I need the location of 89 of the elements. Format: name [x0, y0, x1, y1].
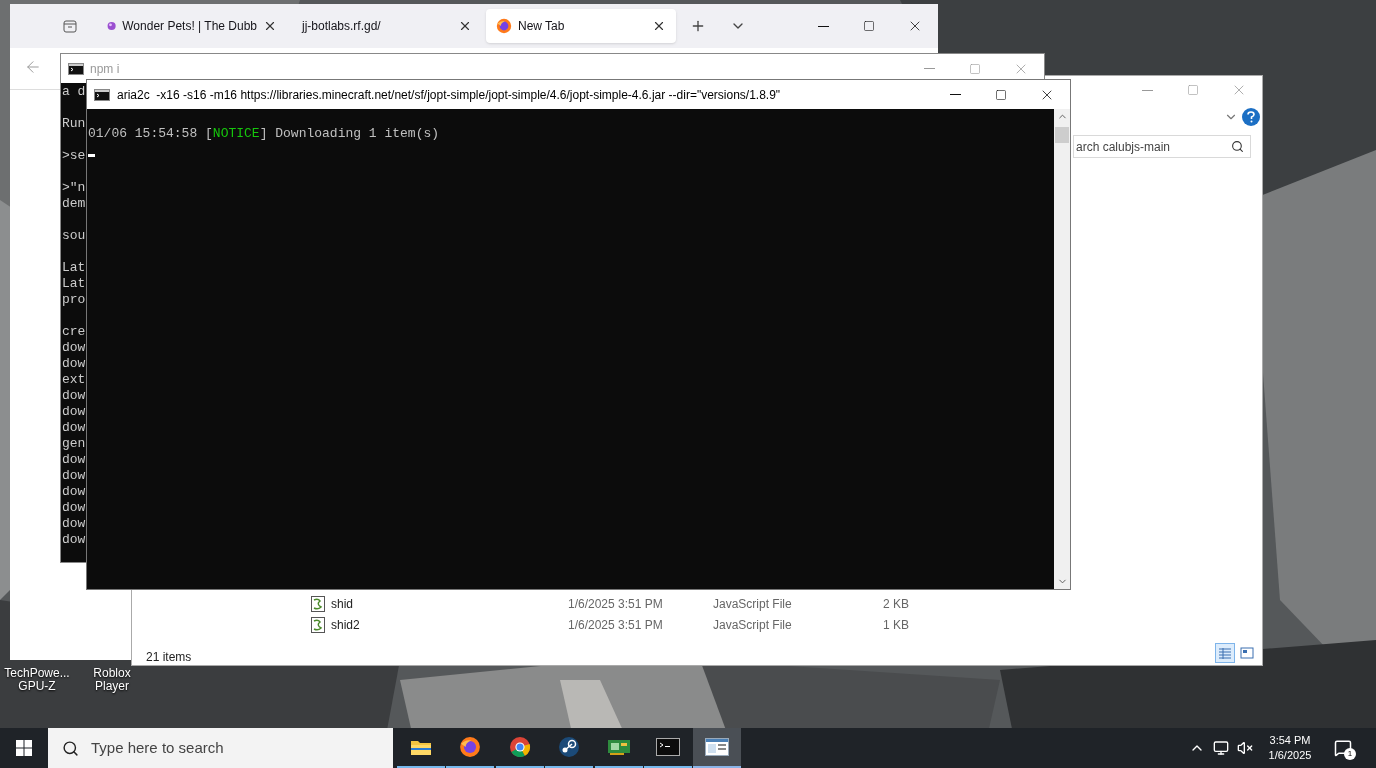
file-date: 1/6/2025 3:51 PM: [568, 596, 664, 613]
console-icon: [68, 62, 84, 75]
file-size: 1 KB: [882, 617, 909, 634]
maximize-icon: [863, 20, 875, 32]
volume-muted-icon[interactable]: [1237, 740, 1253, 756]
maximize-icon: [969, 62, 981, 75]
details-list-icon: [1218, 647, 1232, 659]
tab-title: New Tab: [518, 18, 566, 35]
desktop-icon-label[interactable]: TechPowe...: [4, 667, 70, 680]
new-tab-icon[interactable]: [690, 18, 706, 34]
console-line: 01/06 15:54:58 [NOTICE] Downloading 1 item(s): [88, 126, 440, 142]
scrollbar-thumb[interactable]: [1055, 127, 1069, 143]
close-tab-icon[interactable]: [263, 19, 277, 33]
notification-button[interactable]: 1: [1330, 736, 1356, 760]
taskbar-search-field[interactable]: Type here to search: [48, 728, 393, 768]
network-icon[interactable]: [1213, 740, 1229, 756]
console-line: Run: [62, 116, 86, 132]
console-line: ext: [62, 372, 86, 388]
console-icon: [656, 738, 680, 756]
console-line: sou: [62, 228, 86, 244]
large-icons-icon: [1240, 647, 1254, 659]
console-line: dow: [62, 452, 86, 468]
start-icon[interactable]: [16, 740, 32, 756]
scrollbar[interactable]: [1054, 109, 1070, 589]
console-line: >"n: [62, 180, 86, 196]
console-line: cre: [62, 324, 86, 340]
console-line: dow: [62, 532, 86, 548]
desktop-icon-label[interactable]: Player: [95, 680, 129, 693]
minimize-icon: [923, 68, 935, 69]
chrome-icon: [509, 736, 531, 758]
file-type: JavaScript File: [713, 617, 793, 634]
file-name[interactable]: shid: [331, 595, 568, 613]
firefox-icon: [496, 18, 512, 34]
console-line: dow: [62, 388, 86, 404]
console-line: dow: [62, 516, 86, 532]
notification-icon: [1334, 739, 1352, 757]
console-line: a d: [62, 84, 86, 100]
file-type: JavaScript File: [713, 596, 793, 613]
console-line: dem: [62, 196, 86, 212]
console-line: dow: [62, 340, 86, 356]
console-line: dow: [62, 500, 86, 516]
search-field[interactable]: arch calubjs-main: [1073, 135, 1251, 158]
help-icon[interactable]: [1242, 108, 1260, 126]
console-line: dow: [62, 420, 86, 436]
firefox-icon: [459, 736, 481, 758]
file-size: 2 KB: [882, 596, 909, 613]
folder-icon: [410, 738, 432, 756]
tab-list-icon[interactable]: [62, 18, 78, 34]
console-line: dow: [62, 484, 86, 500]
minimize-icon: [1141, 89, 1153, 91]
window-title: aria2c -x16 -s16 -m16 https://libraries.minecraft.net/net/sf/jopt-simple/jopt-simple/4.6/jopt-simple-4.6.jar --dir="versions/1.8.9": [117, 86, 782, 104]
window-app-icon: [705, 738, 729, 756]
tab-title: Wonder Pets! | The Dubb: [122, 18, 257, 35]
search-icon: [1231, 140, 1244, 153]
file-date: 1/6/2025 3:51 PM: [568, 617, 664, 634]
browser-tab[interactable]: Wonder Pets! | The Dubb: [97, 9, 287, 43]
browser-tab[interactable]: New Tab: [486, 9, 676, 43]
console-line: Lat: [62, 276, 86, 292]
console-icon: [94, 88, 110, 101]
notification-count: 1: [1344, 748, 1356, 760]
steam-icon: [558, 736, 580, 758]
console-line: dow: [62, 404, 86, 420]
minimize-icon: [817, 25, 829, 27]
tab-title: jj-botlabs.rf.gd/: [302, 18, 382, 35]
item-count: 21 items: [146, 649, 192, 666]
close-tab-icon[interactable]: [458, 19, 472, 33]
console-line: dow: [62, 356, 86, 372]
clock[interactable]: 3:54 PM 1/6/2025: [1262, 730, 1318, 766]
close-tab-icon[interactable]: [652, 19, 666, 33]
console-line: dow: [62, 468, 86, 484]
search-icon: [62, 739, 79, 757]
minimize-icon: [949, 94, 961, 95]
console-line: pro: [62, 292, 86, 308]
file-name[interactable]: shid2: [331, 616, 568, 634]
text-cursor: [88, 154, 95, 157]
taskbar-app-button[interactable]: [693, 728, 741, 768]
console-line: Lat: [62, 260, 86, 276]
window-title: npm i: [90, 60, 121, 78]
script-file-icon: [310, 617, 326, 633]
graphics-card-icon: [607, 738, 631, 756]
console-line: >se: [62, 148, 86, 164]
details-view-button[interactable]: [1215, 643, 1235, 663]
browser-tab[interactable]: jj-botlabs.rf.gd/: [292, 9, 482, 43]
console-line: gen: [62, 436, 86, 452]
desktop-icon-label[interactable]: GPU-Z: [18, 680, 56, 693]
script-file-icon: [310, 596, 326, 612]
maximize-icon: [995, 88, 1007, 101]
maximize-icon: [1187, 84, 1199, 96]
desktop-icon-label[interactable]: Roblox: [93, 667, 131, 680]
